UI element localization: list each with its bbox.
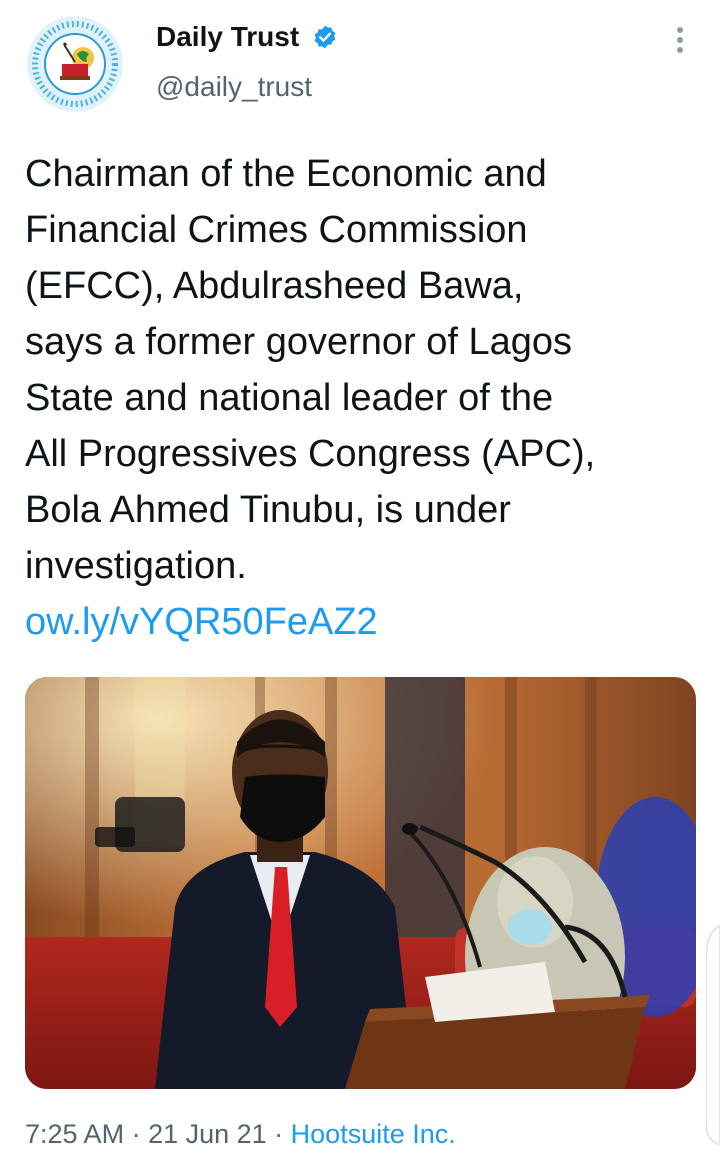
tweet-photo[interactable] xyxy=(25,677,696,1089)
tweet-text-line: (EFCC), Abdulrasheed Bawa, xyxy=(25,265,524,307)
tweet-metadata: 7:25 AM · 21 Jun 21 · Hootsuite Inc. xyxy=(25,1116,456,1152)
meta-separator: · xyxy=(124,1119,149,1149)
tweet-text-line: says a former governor of Lagos xyxy=(25,321,573,363)
tweet-card: Daily Trust @daily_trust Chairman of the… xyxy=(0,0,720,1159)
account-handle[interactable]: @daily_trust xyxy=(156,70,312,104)
tweet-date[interactable]: 21 Jun 21 xyxy=(148,1119,267,1149)
avatar[interactable] xyxy=(27,16,123,112)
tweet-text-line: State and national leader of the xyxy=(25,377,554,419)
daily-trust-logo xyxy=(28,17,122,111)
tweet-link[interactable]: ow.ly/vYQR50FeAZ2 xyxy=(25,594,705,650)
tweet-text-line: Financial Crimes Commission xyxy=(25,209,528,251)
tweet-text-line: Bola Ahmed Tinubu, is under xyxy=(25,489,511,531)
tweet-text-line: investigation. xyxy=(25,545,247,587)
tweet-source-link[interactable]: Hootsuite Inc. xyxy=(291,1119,456,1149)
tweet-text-line: All Progressives Congress (APC), xyxy=(25,433,596,475)
photo-image xyxy=(25,677,696,1089)
tweet-header: Daily Trust @daily_trust xyxy=(0,0,720,120)
more-vertical-icon[interactable] xyxy=(664,22,696,58)
tweet-time[interactable]: 7:25 AM xyxy=(25,1119,124,1149)
display-name[interactable]: Daily Trust xyxy=(156,20,299,54)
meta-separator: · xyxy=(266,1119,291,1149)
tweet-text: Chairman of the Economic and Financial C… xyxy=(25,146,705,650)
side-panel-edge xyxy=(705,923,720,1147)
tweet-text-line: Chairman of the Economic and xyxy=(25,153,547,195)
verified-badge-icon xyxy=(312,24,338,50)
